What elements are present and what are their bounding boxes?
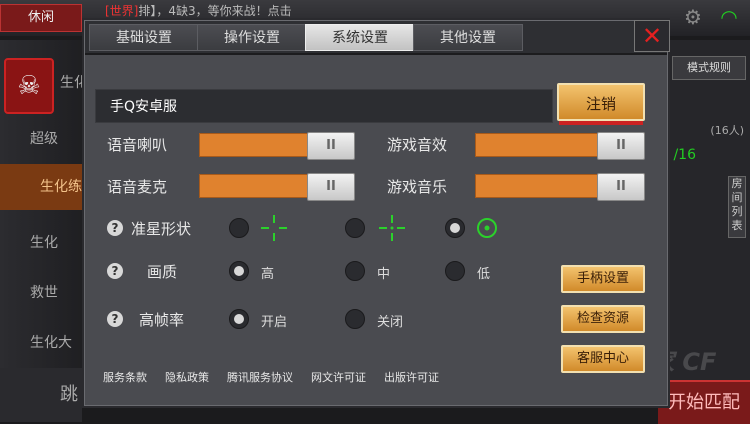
tab-controls[interactable]: 操作设置 [197, 24, 307, 51]
help-icon[interactable]: ? [107, 263, 123, 279]
crosshair-circle-icon [477, 218, 497, 238]
left-item-3[interactable]: 生化 [30, 232, 58, 252]
option-fps-off: 关闭 [377, 315, 404, 330]
slider-knob[interactable]: II [307, 173, 355, 201]
tab-system[interactable]: 系统设置 [305, 24, 415, 51]
close-button[interactable]: ✕ [634, 20, 670, 52]
radio-fps-on[interactable] [229, 309, 249, 329]
label-game-sfx: 游戏音效 [387, 136, 448, 154]
tab-other[interactable]: 其他设置 [413, 24, 523, 51]
slider-game-music[interactable]: II [475, 173, 645, 201]
chat-channel: [世界] [105, 4, 139, 18]
check-resources-button[interactable]: 检查资源 [561, 305, 645, 333]
crosshair-dot-cross-icon [379, 215, 405, 241]
label-crosshair: 准星形状 [131, 220, 192, 238]
radio-fps-off[interactable] [345, 309, 365, 329]
slider-knob[interactable]: II [597, 132, 645, 160]
left-item-5[interactable]: 生化大 [30, 332, 72, 352]
slider-voice-speaker[interactable]: II [199, 132, 355, 160]
close-icon: ✕ [641, 22, 663, 50]
help-icon[interactable]: ? [107, 311, 123, 327]
link-terms[interactable]: 服务条款 [103, 369, 147, 385]
slider-knob[interactable]: II [597, 173, 645, 201]
help-icon[interactable]: ? [107, 220, 123, 236]
option-fps-on: 开启 [261, 315, 288, 330]
left-item-1[interactable]: 超级 [30, 128, 58, 148]
gamepad-settings-button[interactable]: 手柄设置 [561, 265, 645, 293]
account-field: 手Q安卓服 [95, 89, 553, 123]
link-net-culture-license[interactable]: 网文许可证 [311, 369, 366, 385]
wifi-icon: ◠ [720, 5, 738, 29]
room-list-button[interactable]: 房间列表 [728, 176, 746, 238]
footer-links: 服务条款 隐私政策 腾讯服务协议 网文许可证 出版许可证 [103, 369, 457, 385]
settings-tabs: 基础设置 操作设置 系统设置 其他设置 [85, 21, 667, 55]
bottom-left-tile[interactable]: 跳 [0, 368, 82, 422]
slider-game-sfx[interactable]: II [475, 132, 645, 160]
radio-crosshair-1[interactable] [229, 218, 249, 238]
link-tencent-agreement[interactable]: 腾讯服务协议 [227, 369, 293, 385]
crosshair-cross-icon [261, 215, 287, 241]
left-item-4[interactable]: 救世 [30, 282, 58, 302]
radio-quality-high[interactable] [229, 261, 249, 281]
radio-quality-low[interactable] [445, 261, 465, 281]
option-quality-high: 高 [261, 267, 275, 282]
start-match-button[interactable]: 开始匹配 [658, 380, 750, 424]
slider-knob[interactable]: II [307, 132, 355, 160]
customer-service-button[interactable]: 客服中心 [561, 345, 645, 373]
logout-button[interactable]: 注销 [557, 83, 645, 125]
label-voice-mic: 语音麦克 [107, 178, 168, 196]
world-chat[interactable]: [世界]排】，4缺3，等你来战！点击 [105, 2, 405, 20]
radio-crosshair-2[interactable] [345, 218, 365, 238]
link-publish-license[interactable]: 出版许可证 [384, 369, 439, 385]
radio-crosshair-3[interactable] [445, 218, 465, 238]
option-quality-mid: 中 [377, 267, 391, 282]
link-privacy[interactable]: 隐私政策 [165, 369, 209, 385]
mask-icon[interactable]: ☠ [4, 58, 54, 114]
tab-basic[interactable]: 基础设置 [89, 24, 199, 51]
player-count: /16 [673, 147, 696, 163]
chat-text: 排】，4缺3，等你来战！点击 [138, 4, 292, 18]
label-game-music: 游戏音乐 [387, 178, 448, 196]
left-item-2[interactable]: 生化练 [0, 164, 82, 210]
mode-tab-casual[interactable]: 休闲 [0, 4, 82, 32]
settings-dialog: 基础设置 操作设置 系统设置 其他设置 手Q安卓服 注销 语音喇叭 II 游戏音… [84, 20, 668, 406]
option-quality-low: 低 [477, 267, 491, 282]
label-voice-speaker: 语音喇叭 [107, 136, 168, 154]
room-info: (16人) [710, 124, 744, 137]
top-icons: ⚙ ◠ [682, 6, 740, 28]
label-high-fps: 高帧率 [139, 311, 185, 329]
label-quality: 画质 [147, 263, 178, 281]
radio-quality-mid[interactable] [345, 261, 365, 281]
slider-voice-mic[interactable]: II [199, 173, 355, 201]
mode-rule-button[interactable]: 模式规则 [672, 56, 746, 80]
gear-icon[interactable]: ⚙ [682, 6, 704, 28]
